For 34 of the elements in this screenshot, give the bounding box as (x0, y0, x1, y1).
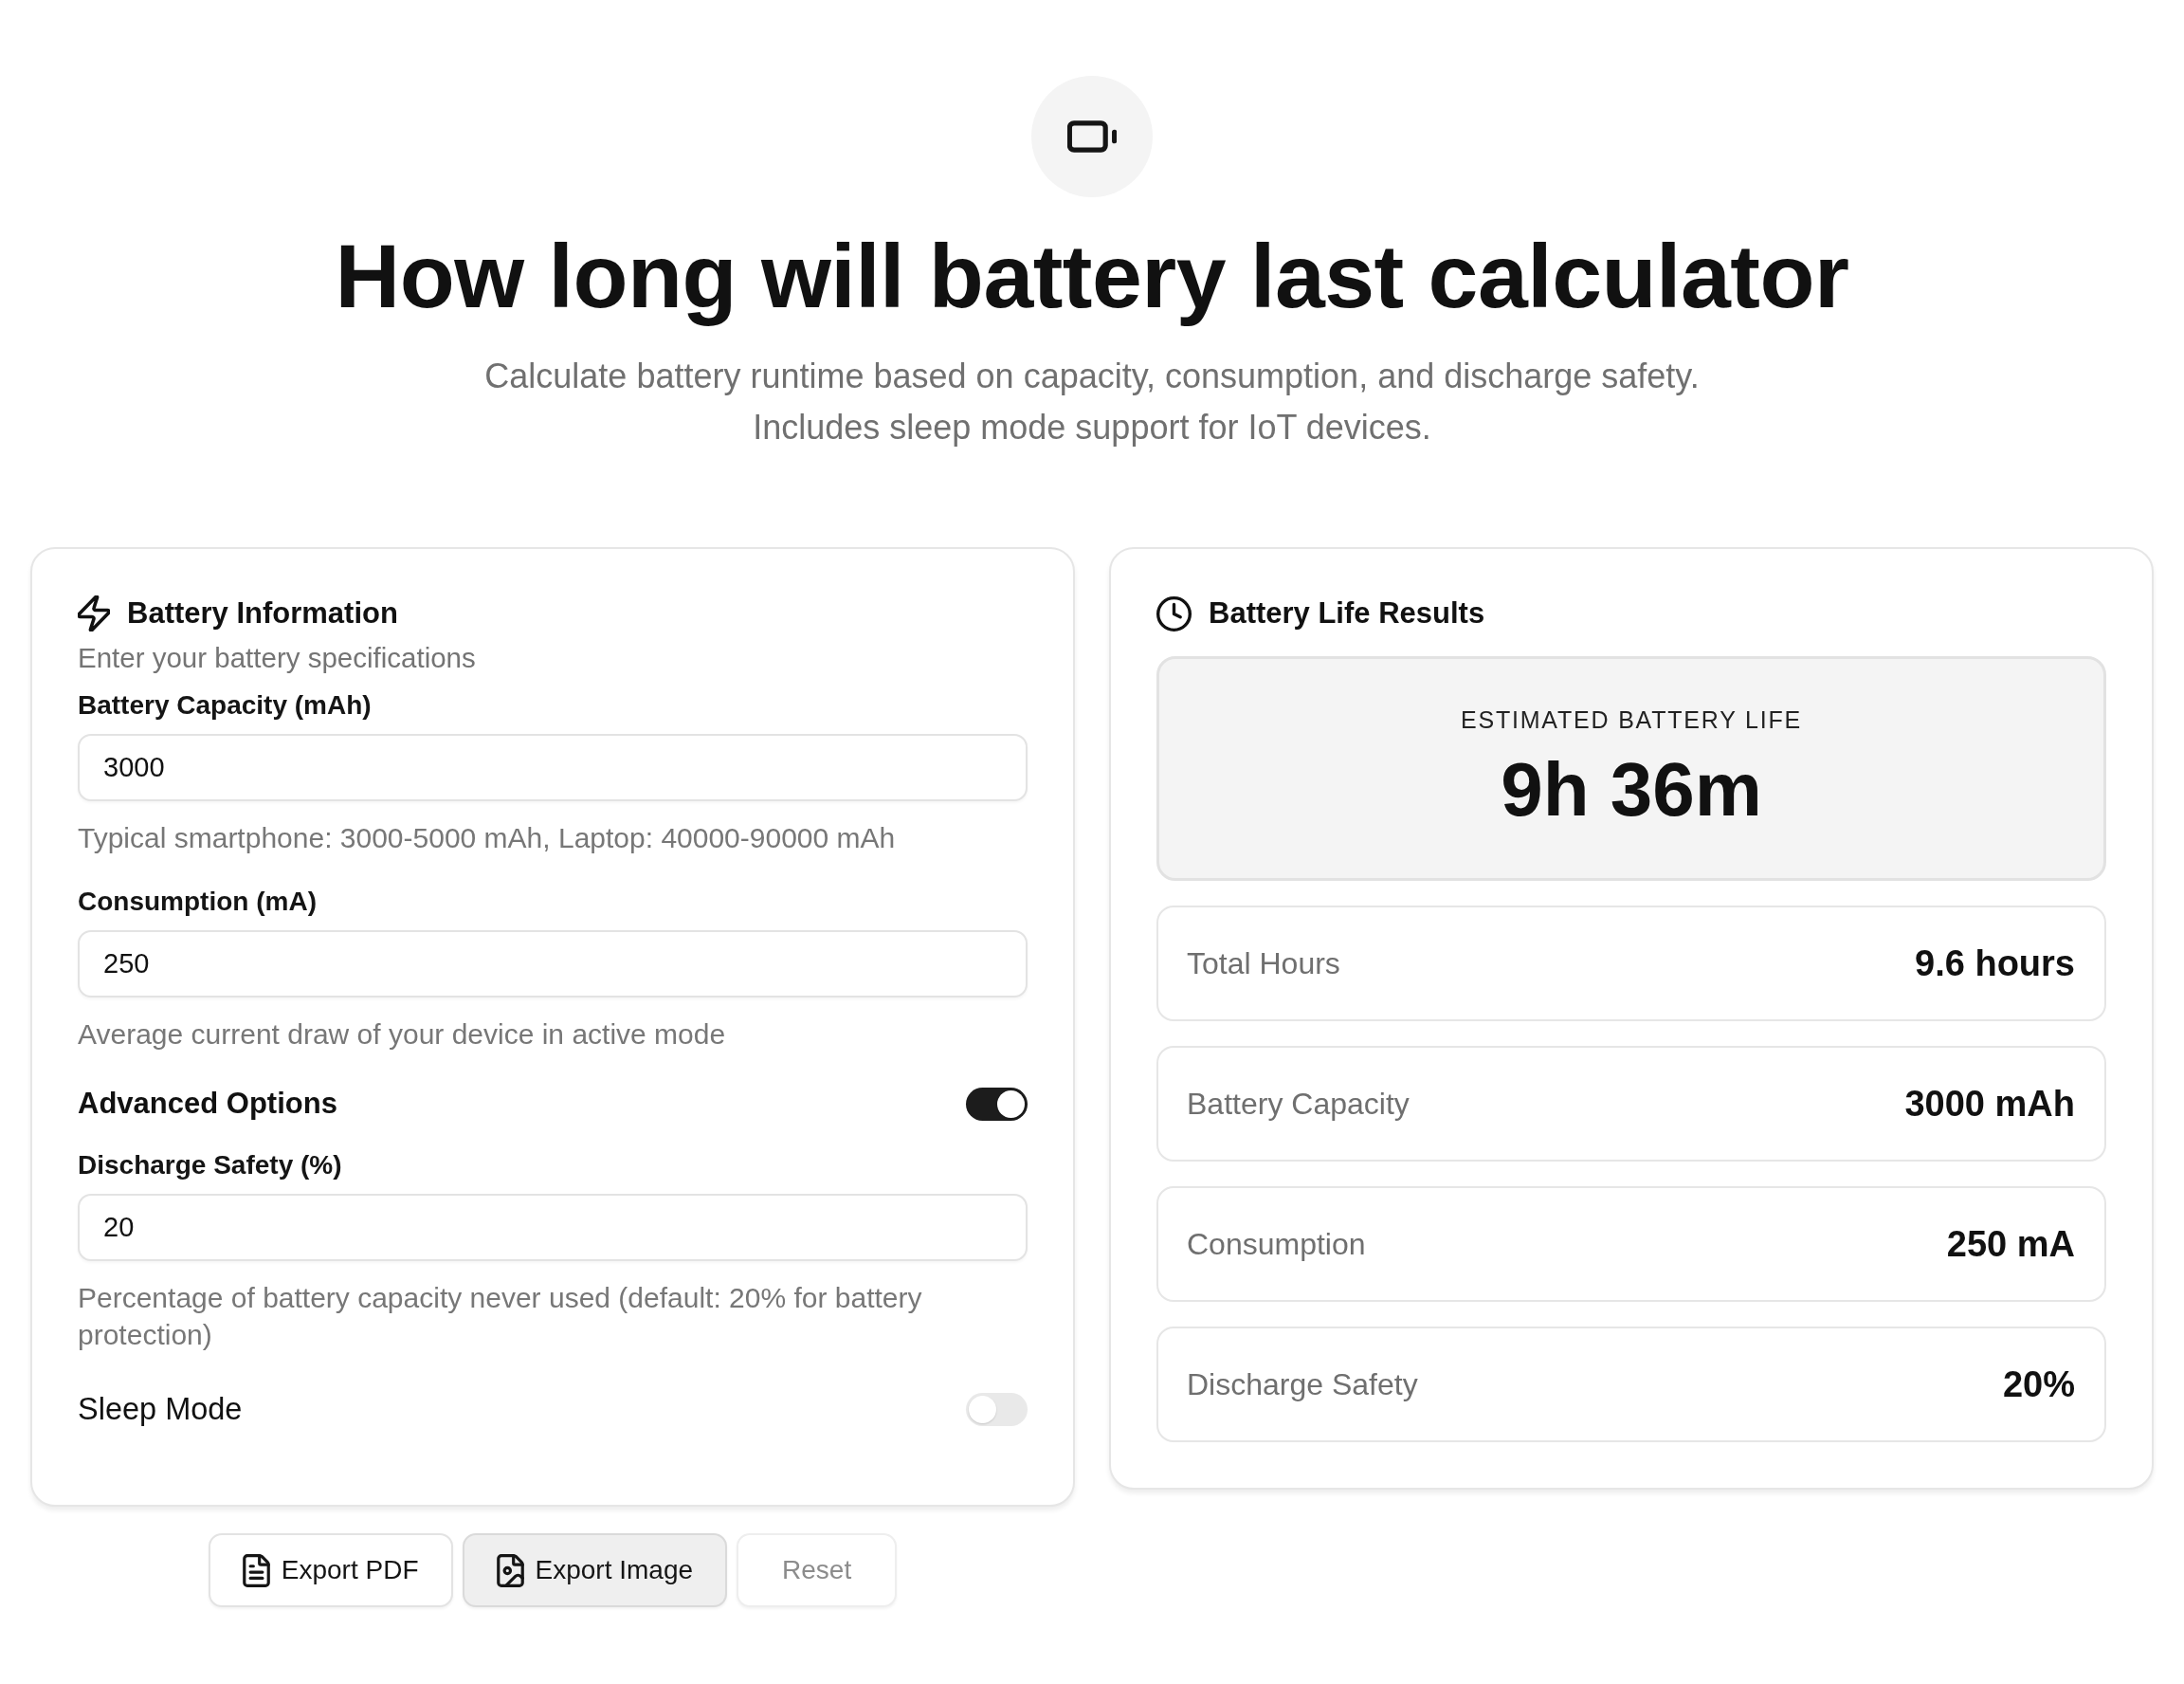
toggle-label: Advanced Options (78, 1087, 337, 1121)
toggle-switch[interactable] (966, 1087, 1028, 1121)
image-file-icon (496, 1553, 524, 1587)
page-subtitle: Calculate battery runtime based on capacity, consumption, and discharge safety. Includes sleep mode support for IoT devices. (484, 356, 1700, 448)
clock-icon (1156, 595, 1192, 632)
stat-value: 3000 mAh (1904, 1083, 2075, 1125)
stat-label: Discharge Safety (1187, 1366, 1418, 1402)
input-field[interactable]: 250 (78, 930, 1028, 998)
image-button[interactable]: Export Image (462, 1533, 728, 1607)
field-hint: Average current draw of your device in active mode (78, 1017, 727, 1052)
stat-label: Total Hours (1187, 945, 1340, 981)
pdf-button[interactable]: Export PDF (208, 1533, 453, 1607)
stat-label: Battery Capacity (1187, 1086, 1410, 1122)
card-description: Enter your battery specifications (78, 641, 477, 675)
field-label: Consumption (mA) (78, 886, 318, 918)
estimate-value: 9h 36m (1501, 745, 1762, 833)
stat-value: 250 mA (1946, 1223, 2075, 1265)
field-label: Battery Capacity (mAh) (78, 689, 373, 722)
card-title: Battery Information (127, 596, 398, 631)
field-hint: Percentage of battery capacity never used (default: 20% for battery protection) (78, 1281, 923, 1352)
stat-value: 20% (2002, 1364, 2075, 1405)
field-hint: Typical smartphone: 3000-5000 mAh, Laptop: 40000-90000 mAh (78, 821, 897, 855)
stat-value: 9.6 hours (1915, 943, 2075, 984)
stat-label: Consumption (1187, 1226, 1366, 1262)
document-icon (242, 1553, 270, 1587)
estimate-label: ESTIMATED BATTERY LIFE (1460, 705, 1802, 735)
input-field[interactable]: 20 (78, 1194, 1028, 1261)
input-field[interactable]: 3000 (78, 734, 1028, 801)
lightning-icon (78, 595, 110, 632)
field-label: Discharge Safety (%) (78, 1149, 343, 1181)
card-title: Battery Life Results (1209, 596, 1485, 631)
toggle-switch[interactable] (966, 1392, 1028, 1426)
page-title: How long will battery last calculator (335, 225, 1849, 328)
toggle-label: Sleep Mode (78, 1391, 243, 1427)
